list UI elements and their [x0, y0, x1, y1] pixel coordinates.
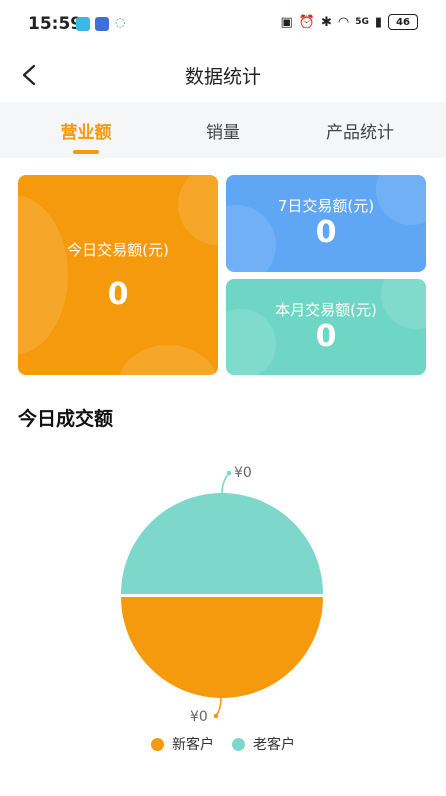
card-week-revenue[interactable]: 7日交易额(元) 0: [226, 175, 426, 272]
status-time: 15:59: [28, 14, 83, 34]
legend-label: 老客户: [253, 737, 295, 753]
tab-bar: 营业额 销量 产品统计: [0, 102, 446, 158]
legend-dot: [232, 737, 245, 751]
alarm-icon: ⏰: [298, 14, 315, 30]
card-value: 0: [315, 319, 337, 354]
label-dot-old: [226, 470, 232, 476]
label-line-old: [221, 472, 230, 494]
signal-icon: ▮: [374, 14, 382, 30]
card-label: 今日交易额(元): [67, 241, 169, 259]
tab-revenue[interactable]: 营业额: [12, 118, 160, 143]
section-title: 今日成交额: [18, 408, 114, 430]
status-right: ▣ ⏰ ✱ ◠ 5G ▮ 46: [280, 14, 418, 30]
pie-label-new-customer: ¥0: [190, 709, 208, 725]
tab-indicator: [73, 150, 99, 154]
status-bar: 15:59 ◌ ▣ ⏰ ✱ ◠ 5G ▮ 46: [0, 0, 446, 50]
card-label: 7日交易额(元): [277, 197, 375, 215]
nfc-icon: ▣: [280, 14, 293, 30]
chart-legend: 新客户 老客户: [0, 734, 446, 754]
card-value: 0: [107, 277, 129, 312]
battery-icon: 46: [388, 14, 418, 30]
label-line-new: [215, 697, 222, 717]
legend-item-new-customer[interactable]: 新客户: [151, 734, 214, 754]
card-label: 本月交易额(元): [275, 301, 377, 319]
pie-slice-old-customer[interactable]: [121, 493, 323, 594]
page-title: 数据统计: [184, 66, 261, 88]
tab-product-stats[interactable]: 产品统计: [286, 118, 434, 143]
pie-chart: ¥0 ¥0: [121, 465, 323, 725]
app-badge-icon: [76, 17, 90, 31]
pie-slice-new-customer[interactable]: [121, 597, 323, 698]
card-month-revenue[interactable]: 本月交易额(元) 0: [226, 279, 426, 375]
card-today-revenue[interactable]: 今日交易额(元) 0: [18, 175, 218, 375]
pie-label-old-customer: ¥0: [234, 465, 252, 481]
network-label: 5G: [355, 17, 369, 27]
label-dot-new: [213, 713, 219, 719]
tab-sales[interactable]: 销量: [149, 118, 297, 143]
wifi-icon: ◠: [337, 14, 350, 30]
app-badge-icon: [95, 17, 109, 31]
notification-icon: ◌: [115, 15, 126, 29]
nav-bar: 数据统计: [0, 50, 446, 100]
bluetooth-icon: ✱: [320, 14, 332, 30]
card-value: 0: [315, 215, 337, 250]
legend-dot: [151, 737, 164, 751]
legend-label: 新客户: [172, 737, 214, 753]
legend-item-old-customer[interactable]: 老客户: [232, 734, 295, 754]
